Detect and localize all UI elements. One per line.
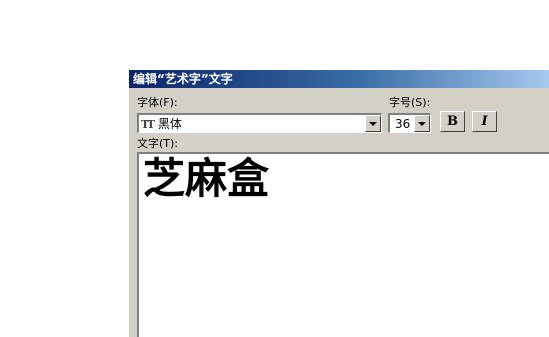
bold-button[interactable]: B [440,111,465,132]
size-combobox[interactable]: 36 [388,113,431,133]
text-label: 文字(T): [137,137,179,150]
font-label: 字体(F): [137,96,178,109]
font-dropdown-arrow-icon[interactable] [365,115,381,132]
size-label: 字号(S): [389,96,431,109]
dialog-title: 编辑“艺术字”文字 [129,70,549,88]
size-dropdown-arrow-icon[interactable] [414,115,430,132]
edit-wordart-dialog: 编辑“艺术字”文字 字体(F): TT 黑体 字号(S): 36 B I 文字(… [128,69,549,337]
size-value: 36 [395,117,411,131]
wordart-text: 芝麻盒 [143,154,270,203]
font-combobox[interactable]: TT 黑体 [137,113,382,133]
text-input-area[interactable]: 芝麻盒 [137,152,549,337]
font-value: 黑体 [157,117,182,131]
truetype-icon: TT [141,118,155,131]
italic-button[interactable]: I [472,111,497,132]
